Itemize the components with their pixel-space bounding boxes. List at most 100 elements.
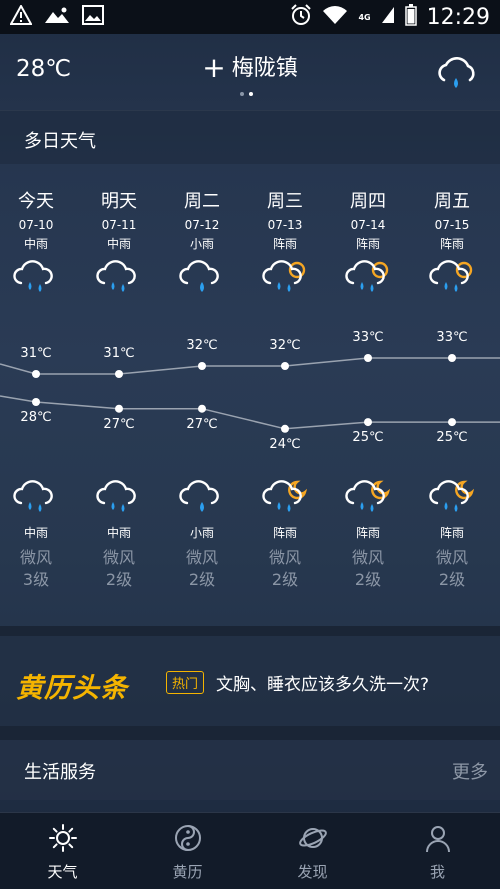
- wind-direction: 微风: [102, 548, 135, 567]
- wind-level: 2级: [271, 570, 299, 589]
- low-temp-label: 24℃: [269, 436, 301, 452]
- news-banner[interactable]: 黄历头条 热门 文胸、睡衣应该多久洗一次?: [0, 636, 500, 726]
- hot-badge: 热门: [166, 671, 205, 694]
- wind-level: 2级: [354, 570, 382, 589]
- day-date: 07-11: [101, 218, 137, 232]
- signal-icon: [381, 6, 395, 28]
- rain-cloud-icon: [0, 478, 78, 520]
- rain-cloud-icon: [77, 258, 161, 300]
- day-weather: 阵雨: [439, 237, 464, 251]
- image-icon: [82, 5, 104, 29]
- page-indicator: [240, 92, 253, 96]
- city-name[interactable]: 梅陇镇: [232, 56, 298, 81]
- clock: 12:29: [426, 4, 490, 30]
- night-weather: 中雨: [106, 526, 131, 540]
- low-temp-label: 25℃: [352, 430, 384, 446]
- forecast-night-0: 中雨 微风 3级: [0, 474, 78, 591]
- high-temp-label: 32℃: [186, 338, 218, 353]
- day-name: 周五: [434, 191, 470, 212]
- add-city-icon[interactable]: +: [202, 51, 225, 84]
- forecast-day-3: 周三 07-13 阵雨: [243, 188, 327, 300]
- high-temp-label: 31℃: [20, 346, 52, 361]
- day-name: 周二: [184, 191, 220, 212]
- tab-almanac[interactable]: 黄历: [125, 813, 250, 889]
- high-temp-point: [364, 354, 372, 362]
- high-temp-point: [448, 354, 456, 362]
- rain-cloud-icon[interactable]: [434, 56, 478, 96]
- warning-icon: [9, 3, 33, 29]
- day-date: 07-13: [267, 218, 303, 232]
- tab-bar: 天气 黄历 发现 我: [0, 812, 500, 889]
- network-type: 4G: [358, 12, 371, 22]
- tab-weather[interactable]: 天气: [0, 813, 125, 889]
- high-temp-label: 33℃: [436, 330, 468, 345]
- person-icon: [423, 826, 453, 857]
- divider: [0, 626, 500, 636]
- high-temp-label: 32℃: [269, 338, 301, 353]
- high-temp-point: [32, 370, 40, 378]
- day-name: 今天: [18, 191, 54, 212]
- low-temp-point: [448, 418, 456, 427]
- rain-cloud-icon: [77, 478, 161, 520]
- tab-discover[interactable]: 发现: [250, 813, 375, 889]
- forecast-day-2: 周二 07-12 小雨: [160, 188, 244, 300]
- sun-icon: [48, 824, 78, 857]
- news-headline[interactable]: 文胸、睡衣应该多久洗一次?: [216, 670, 429, 695]
- day-weather: 阵雨: [272, 237, 297, 251]
- rain-cloud-icon: [0, 258, 78, 300]
- forecast-night-1: 中雨微风 2级: [77, 474, 161, 591]
- low-temp-point: [364, 418, 372, 427]
- tab-label: 我: [429, 863, 445, 881]
- yin-yang-icon: [173, 825, 203, 857]
- tab-label: 黄历: [172, 863, 203, 881]
- wind-level: 2级: [105, 570, 133, 589]
- day-date: 07-12: [184, 218, 220, 232]
- day-date: 07-15: [434, 218, 470, 232]
- high-temp-label: 31℃: [103, 346, 135, 361]
- low-temp-point: [281, 424, 289, 433]
- high-temp-point: [281, 362, 289, 370]
- status-bar: 4G 12:29: [0, 0, 500, 34]
- low-temp-label: 27℃: [186, 416, 218, 432]
- day-weather: 阵雨: [355, 237, 380, 251]
- wind-level: 3级: [22, 570, 50, 589]
- life-services: 生活服务 更多: [0, 740, 500, 800]
- day-name: 明天: [101, 191, 137, 212]
- wifi-icon: [322, 5, 348, 29]
- city-selector[interactable]: + 梅陇镇: [0, 50, 500, 84]
- light-rain-cloud-icon: [160, 258, 244, 300]
- low-temp-point: [115, 404, 123, 413]
- news-logo: 黄历头条: [16, 673, 128, 704]
- wind-direction: 微风: [185, 548, 218, 567]
- moon-shower-icon: [326, 478, 410, 520]
- day-name: 周三: [267, 191, 303, 212]
- light-rain-cloud-icon: [160, 478, 244, 520]
- wind-level: 2级: [438, 570, 466, 589]
- tab-me[interactable]: 我: [375, 813, 500, 889]
- day-weather: 中雨: [106, 237, 131, 251]
- night-weather: 小雨: [189, 526, 214, 540]
- more-link[interactable]: 更多: [452, 758, 488, 784]
- day-date: 07-14: [350, 218, 386, 232]
- forecast-day-4: 周四 07-14 阵雨: [326, 188, 410, 300]
- header: 28℃ + 梅陇镇: [0, 34, 500, 110]
- low-temp-label: 25℃: [436, 430, 468, 446]
- low-temp-label: 27℃: [103, 416, 135, 432]
- day-date: 07-10: [18, 218, 54, 232]
- alarm-icon: [290, 4, 312, 30]
- moon-shower-icon: [243, 478, 327, 520]
- sun-shower-icon: [326, 258, 410, 300]
- low-temp-point: [32, 398, 40, 406]
- tab-label: 天气: [47, 863, 78, 881]
- night-weather: 中雨: [23, 526, 48, 540]
- high-temp-point: [198, 362, 206, 370]
- battery-icon: [404, 4, 417, 30]
- high-temp-point: [115, 370, 123, 378]
- forecast-day-0: 今天 07-10 中雨: [0, 188, 78, 300]
- high-temp-label: 33℃: [352, 330, 384, 345]
- night-weather: 阵雨: [439, 526, 464, 540]
- sun-shower-icon: [410, 258, 494, 300]
- low-temp-point: [198, 404, 206, 413]
- low-temp-line: [0, 395, 500, 430]
- tab-label: 发现: [297, 863, 328, 881]
